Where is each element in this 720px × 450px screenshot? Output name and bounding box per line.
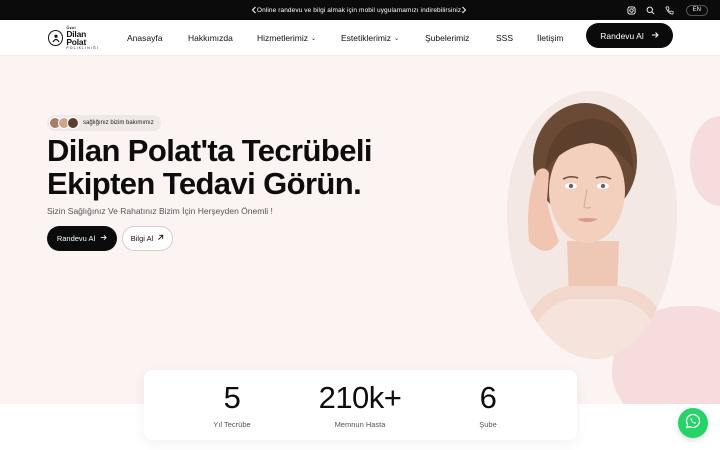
hero-headline-line1: Dilan Polat'ta Tecrübeli <box>47 133 372 168</box>
appointment-button[interactable]: Randevu Al <box>586 23 673 48</box>
avatar <box>67 117 79 129</box>
main-navbar: Özel Dilan Polat POLİKLİNİĞİ Anasayfa Ha… <box>0 20 720 56</box>
stat-label: Yıl Tecrübe <box>213 420 251 429</box>
announcement-bar: Online randevu ve bilgi almak için mobil… <box>0 0 720 20</box>
nav-label: Şubelerimiz <box>425 33 470 43</box>
stat-value: 5 <box>223 380 241 415</box>
whatsapp-button[interactable] <box>678 408 708 438</box>
nav-label: Anasayfa <box>127 33 163 43</box>
nav-label: Hizmetlerimiz <box>257 33 308 43</box>
search-icon[interactable] <box>646 5 656 15</box>
decorative-blob <box>690 116 720 206</box>
chevron-right-icon[interactable] <box>458 4 470 16</box>
logo-line2: Dilan Polat <box>66 28 87 48</box>
appointment-button-label: Randevu Al <box>600 30 644 41</box>
hero-info-label: Bilgi Al <box>130 234 154 243</box>
nav-item-estetiklerimiz[interactable]: Estetiklerimiz ⌄ <box>341 20 399 56</box>
hero-subtext: Sizin Sağlığınız Ve Rahatınız Bizim İçin… <box>47 206 273 216</box>
avatar-group <box>49 117 79 129</box>
stat-label: Memnun Hasta <box>334 420 386 429</box>
hero-headline: Dilan Polat'ta Tecrübeli Ekipten Tedavi … <box>47 134 407 200</box>
hero-badge-text: sağlığınız bizim bakımımız <box>83 120 154 126</box>
arrow-right-icon <box>100 234 107 243</box>
nav-item-hizmetlerimiz[interactable]: Hizmetlerimiz ⌄ <box>257 20 316 56</box>
arrow-up-right-icon <box>157 234 164 243</box>
nav-label: Hakkımızda <box>188 33 233 43</box>
stat-label: Şube <box>479 420 497 429</box>
arrow-right-icon <box>651 31 659 41</box>
stat-branches: 6 Şube <box>428 370 548 440</box>
nav-item-hakkimizda[interactable]: Hakkımızda <box>188 20 233 56</box>
hero-appointment-button[interactable]: Randevu Al <box>47 226 117 251</box>
nav-item-anasayfa[interactable]: Anasayfa <box>127 20 162 56</box>
announcement-text: Online randevu ve bilgi almak için mobil… <box>256 6 464 14</box>
hero-badge: sağlığınız bizim bakımımız <box>47 115 161 131</box>
topbar-icons: EN <box>627 0 708 20</box>
stat-value: 210k+ <box>318 380 402 415</box>
hero-section: sağlığınız bizim bakımımız Dilan Polat't… <box>0 56 720 404</box>
nav-label: Estetiklerimiz <box>341 33 392 43</box>
hero-info-button[interactable]: Bilgi Al <box>122 226 173 251</box>
chevron-down-icon: ⌄ <box>311 35 317 42</box>
nav-item-iletisim[interactable]: İletişim <box>537 20 563 56</box>
phone-icon[interactable] <box>665 5 675 15</box>
nav-item-subelerimiz[interactable]: Şubelerimiz <box>425 20 469 56</box>
nav-label: İletişim <box>537 33 564 43</box>
stat-patients: 210k+ Memnun Hasta <box>300 370 420 440</box>
whatsapp-icon <box>685 413 701 434</box>
chevron-down-icon: ⌄ <box>394 35 400 42</box>
stat-value: 6 <box>479 380 497 415</box>
nav-label: SSS <box>496 33 514 43</box>
hero-appointment-label: Randevu Al <box>56 234 96 243</box>
nav-item-sss[interactable]: SSS <box>496 20 513 56</box>
hero-headline-line2: Ekipten Tedavi Görün. <box>47 166 362 201</box>
instagram-icon[interactable] <box>627 5 637 15</box>
logo-mark-icon <box>48 30 64 46</box>
stats-card: 5 Yıl Tecrübe 210k+ Memnun Hasta 6 Şube <box>144 370 577 440</box>
stat-experience: 5 Yıl Tecrübe <box>172 370 292 440</box>
logo[interactable]: Özel Dilan Polat POLİKLİNİĞİ <box>48 25 106 50</box>
logo-line3: POLİKLİNİĞİ <box>66 45 99 50</box>
language-switcher[interactable]: EN <box>685 4 708 16</box>
